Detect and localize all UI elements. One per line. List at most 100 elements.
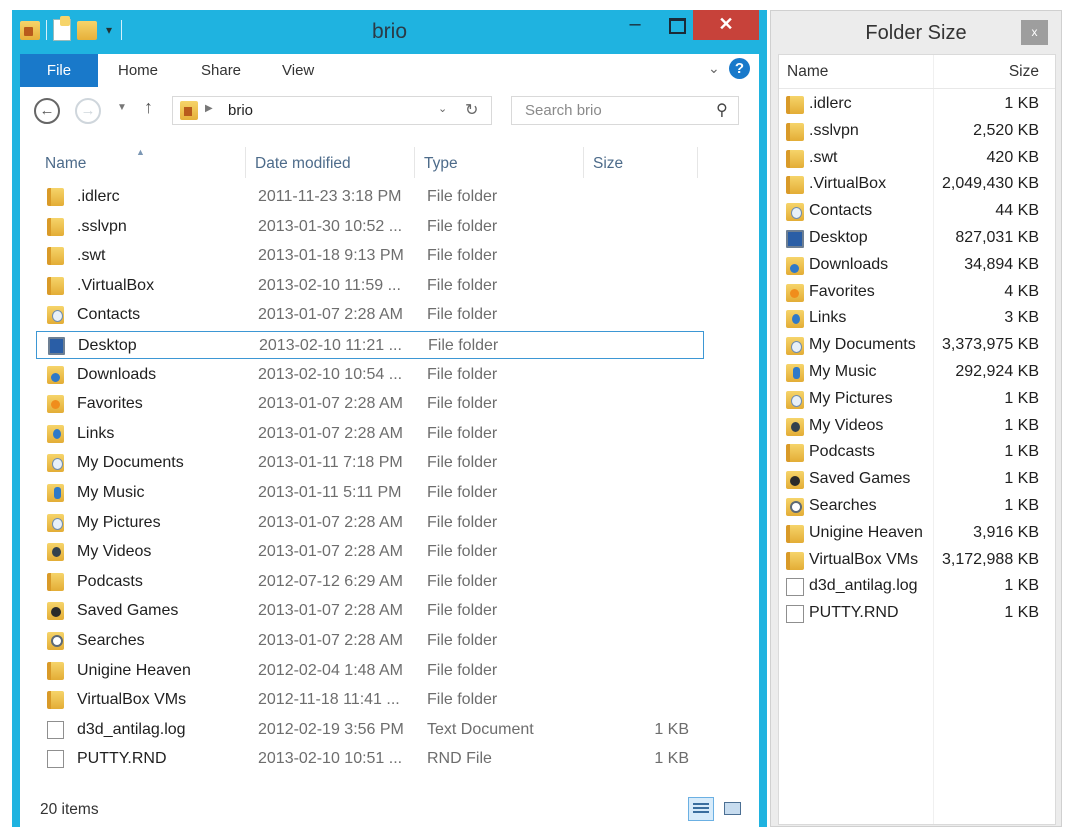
folder-size-title: Folder Size bbox=[865, 22, 967, 44]
title-bar[interactable]: ▾ brio – ✕ bbox=[12, 10, 767, 52]
file-name: .VirtualBox bbox=[77, 276, 155, 294]
folder-size-value: 1 KB bbox=[1004, 389, 1039, 407]
file-date-modified: 2013-01-07 2:28 AM bbox=[258, 513, 403, 531]
file-type: File folder bbox=[427, 454, 498, 472]
file-type: File folder bbox=[427, 365, 498, 383]
search-box[interactable]: ⚲ bbox=[511, 96, 739, 125]
address-bar[interactable]: ▶ brio ⌄ ↻ bbox=[172, 96, 492, 125]
folder-size-row[interactable]: .VirtualBox 2,049,430 KB bbox=[779, 172, 1055, 198]
file-name: Favorites bbox=[77, 395, 143, 413]
breadcrumb-brio[interactable]: brio bbox=[228, 102, 253, 119]
folder-size-row[interactable]: My Documents 3,373,975 KB bbox=[779, 333, 1055, 359]
file-row[interactable]: My Music 2013-01-11 5:11 PM File folder bbox=[36, 479, 704, 507]
column-header-type[interactable]: Type bbox=[424, 155, 458, 173]
column-header-name[interactable]: Name bbox=[787, 63, 828, 81]
folder-size-row[interactable]: Searches 1 KB bbox=[779, 494, 1055, 520]
column-divider[interactable] bbox=[583, 147, 584, 178]
folder-size-row[interactable]: Contacts 44 KB bbox=[779, 199, 1055, 225]
file-row[interactable]: Unigine Heaven 2012-02-04 1:48 AM File fol… bbox=[36, 657, 704, 685]
file-date-modified: 2013-01-30 10:52 ... bbox=[258, 217, 403, 235]
folder-icon bbox=[47, 247, 64, 266]
file-row[interactable]: Contacts 2013-01-07 2:28 AM File folder bbox=[36, 301, 704, 329]
folder-size-header: Name Size bbox=[779, 55, 1055, 89]
column-header-name[interactable]: Name bbox=[45, 155, 86, 173]
file-row[interactable]: PUTTY.RND 2013-02-10 10:51 ... RND File 1 K… bbox=[36, 745, 704, 773]
maximize-button[interactable] bbox=[662, 10, 692, 40]
folder-size-row[interactable]: d3d_antilag.log 1 KB bbox=[779, 574, 1055, 600]
file-row[interactable]: Links 2013-01-07 2:28 AM File folder bbox=[36, 420, 704, 448]
tab-file[interactable]: File bbox=[20, 54, 98, 87]
folder-size-row[interactable]: Saved Games 1 KB bbox=[779, 467, 1055, 493]
folder-size-row[interactable]: PUTTY.RND 1 KB bbox=[779, 601, 1055, 627]
folder-size-value: 2,049,430 KB bbox=[942, 175, 1039, 193]
folder-size-row[interactable]: .idlerc 1 KB bbox=[779, 92, 1055, 118]
search-icon[interactable]: ⚲ bbox=[716, 100, 728, 120]
file-row[interactable]: Downloads 2013-02-10 10:54 ... File folder bbox=[36, 361, 704, 389]
up-arrow-icon[interactable]: ↑ bbox=[144, 97, 153, 118]
search-input[interactable] bbox=[523, 101, 707, 120]
music-folder-icon bbox=[786, 364, 804, 382]
file-name: Contacts bbox=[77, 306, 141, 324]
folder-size-row[interactable]: Unigine Heaven 3,916 KB bbox=[779, 521, 1055, 547]
file-row[interactable]: My Documents 2013-01-11 7:18 PM File folde… bbox=[36, 449, 704, 477]
folder-size-row[interactable]: My Videos 1 KB bbox=[779, 414, 1055, 440]
minimize-button[interactable]: – bbox=[620, 10, 650, 40]
column-header-size[interactable]: Size bbox=[593, 155, 623, 173]
folder-size-row[interactable]: Desktop 827,031 KB bbox=[779, 226, 1055, 252]
downloads-folder-icon bbox=[47, 365, 64, 384]
help-icon[interactable]: ? bbox=[729, 58, 750, 79]
tab-home[interactable]: Home bbox=[118, 62, 158, 79]
folder-size-row[interactable]: Podcasts 1 KB bbox=[779, 440, 1055, 466]
file-row[interactable]: Podcasts 2012-07-12 6:29 AM File folder bbox=[36, 568, 704, 596]
column-header-size[interactable]: Size bbox=[1009, 63, 1039, 81]
file-row[interactable]: .idlerc 2011-11-23 3:18 PM File folder bbox=[36, 183, 704, 211]
file-row[interactable]: Desktop 2013-02-10 11:21 ... File folder bbox=[36, 331, 704, 359]
address-dropdown-icon[interactable]: ⌄ bbox=[438, 102, 447, 115]
column-divider[interactable] bbox=[697, 147, 698, 178]
folder-size-row[interactable]: Links 3 KB bbox=[779, 306, 1055, 332]
file-type: File folder bbox=[427, 572, 498, 590]
file-row[interactable]: Favorites 2013-01-07 2:28 AM File folder bbox=[36, 390, 704, 418]
file-row[interactable]: VirtualBox VMs 2012-11-18 11:41 ... File f… bbox=[36, 686, 704, 714]
column-divider[interactable] bbox=[245, 147, 246, 178]
large-icons-view-icon[interactable] bbox=[720, 797, 746, 821]
recent-locations-chevron-icon[interactable]: ▼ bbox=[117, 102, 127, 113]
close-button[interactable]: ✕ bbox=[693, 10, 759, 40]
file-row[interactable]: .sslvpn 2013-01-30 10:52 ... File folder bbox=[36, 213, 704, 241]
folder-size-row[interactable]: My Pictures 1 KB bbox=[779, 387, 1055, 413]
file-row[interactable]: My Pictures 2013-01-07 2:28 AM File folder bbox=[36, 509, 704, 537]
file-size: 1 KB bbox=[654, 720, 689, 738]
file-type: File folder bbox=[427, 632, 498, 649]
desktop-folder-icon bbox=[786, 230, 804, 248]
column-header-date-modified[interactable]: Date modified bbox=[255, 155, 351, 173]
file-row[interactable]: .swt 2013-01-18 9:13 PM File folder bbox=[36, 242, 704, 270]
forward-button[interactable]: → bbox=[75, 98, 101, 124]
file-name: d3d_antilag.log bbox=[77, 720, 186, 738]
folder-size-row[interactable]: .swt 420 KB bbox=[779, 146, 1055, 172]
tab-view[interactable]: View bbox=[282, 62, 314, 79]
tab-share[interactable]: Share bbox=[201, 62, 241, 79]
refresh-icon[interactable]: ↻ bbox=[465, 100, 478, 120]
file-type: File folder bbox=[427, 484, 498, 501]
expand-ribbon-chevron-icon[interactable]: ⌄ bbox=[708, 60, 720, 77]
file-row[interactable]: Searches 2013-01-07 2:28 AM File folder bbox=[36, 627, 704, 655]
details-view-icon[interactable] bbox=[688, 797, 714, 821]
folder-size-row[interactable]: .sslvpn 2,520 KB bbox=[779, 119, 1055, 145]
folder-size-row[interactable]: VirtualBox VMs 3,172,988 KB bbox=[779, 548, 1055, 574]
back-button[interactable]: ← bbox=[34, 98, 60, 124]
file-date-modified: 2013-02-10 11:59 ... bbox=[258, 276, 401, 294]
file-row[interactable]: Saved Games 2013-01-07 2:28 AM File folder bbox=[36, 597, 704, 625]
file-row[interactable]: My Videos 2013-01-07 2:28 AM File folder bbox=[36, 538, 704, 566]
folder-size-row[interactable]: Downloads 34,894 KB bbox=[779, 253, 1055, 279]
links-folder-icon bbox=[786, 310, 804, 329]
file-name: VirtualBox VMs bbox=[77, 691, 187, 709]
file-date-modified: 2013-01-07 2:28 AM bbox=[258, 602, 403, 620]
file-row[interactable]: .VirtualBox 2013-02-10 11:59 ... File fold… bbox=[36, 272, 704, 300]
column-divider[interactable] bbox=[414, 147, 415, 178]
folder-size-close-button[interactable]: x bbox=[1021, 20, 1048, 45]
folder-size-row[interactable]: My Music 292,924 KB bbox=[779, 360, 1055, 386]
breadcrumb-arrow-icon[interactable]: ▶ bbox=[205, 103, 213, 114]
file-row[interactable]: d3d_antilag.log 2012-02-19 3:56 PM Text Do… bbox=[36, 716, 704, 744]
folder-icon bbox=[786, 176, 804, 195]
folder-size-row[interactable]: Favorites 4 KB bbox=[779, 280, 1055, 306]
